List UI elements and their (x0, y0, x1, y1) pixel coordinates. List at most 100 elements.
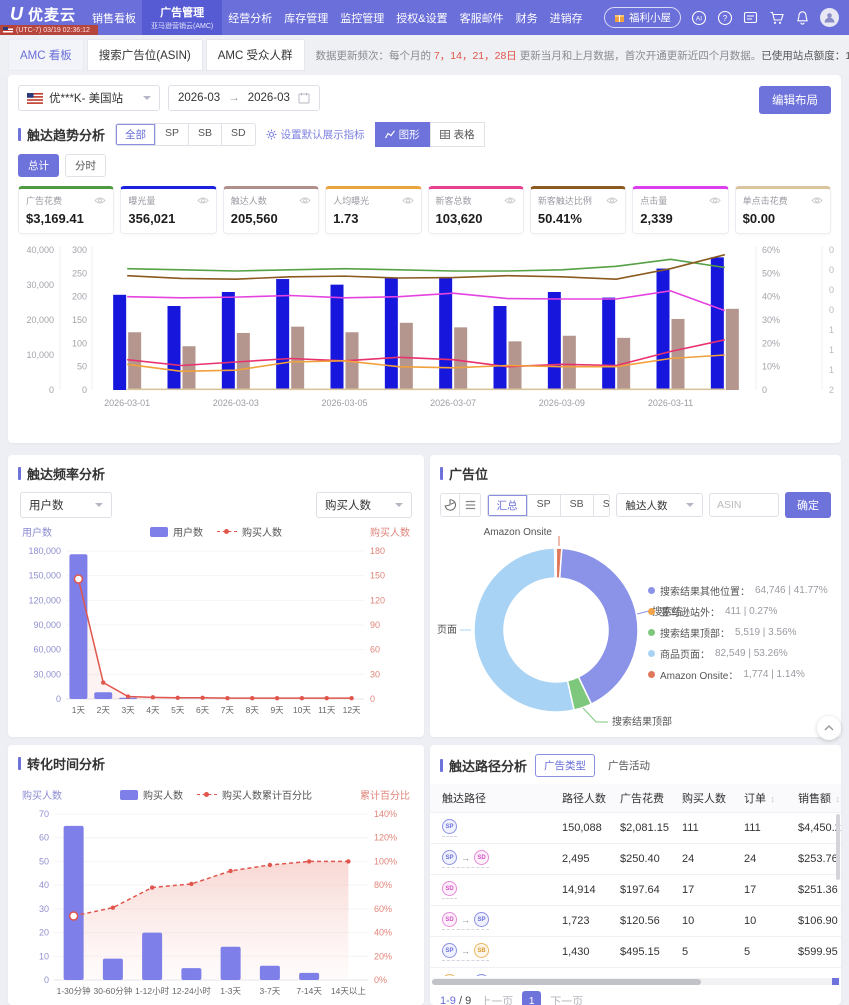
svg-text:70: 70 (39, 809, 49, 819)
menu-item-1[interactable]: 广告管理亚马逊营销云(AMC) (142, 0, 222, 35)
sort-icon[interactable]: ↕ (833, 794, 840, 804)
hourly-mode-button[interactable]: 分时 (65, 154, 106, 177)
path-cell: SD (430, 881, 550, 900)
asin-input[interactable] (709, 493, 779, 517)
eye-icon[interactable] (606, 196, 618, 205)
cell: 111 (732, 822, 786, 834)
arrow-icon: → (461, 915, 470, 925)
horizontal-scrollbar-track[interactable] (432, 978, 839, 985)
svg-text:180,000: 180,000 (28, 546, 61, 556)
eye-icon[interactable] (811, 196, 823, 205)
view-tab-0[interactable]: AMC 看板 (8, 39, 84, 71)
menu-item-5[interactable]: 授权&设置 (390, 0, 453, 35)
paths-header-2[interactable]: 广告花费 ↕ (608, 790, 670, 806)
next-page-button[interactable]: 下一页 (550, 993, 583, 1005)
eye-icon[interactable] (402, 196, 414, 205)
page-1-button[interactable]: 1 (522, 991, 541, 1005)
svg-text:2天: 2天 (97, 705, 111, 715)
trend-type-tab-1[interactable]: SP (156, 124, 189, 145)
menu-item-4[interactable]: 监控管理 (334, 0, 390, 35)
table-row[interactable]: SP→SD2,495$250.402424$253.76 (430, 843, 841, 874)
frequency-left-select-value: 用户数 (29, 497, 64, 513)
placement-type-tab-1[interactable]: SP (528, 495, 561, 516)
list-view-button[interactable] (460, 494, 479, 516)
welfare-button[interactable]: 福利小屋 (604, 7, 681, 28)
frequency-left-select[interactable]: 用户数 (20, 492, 112, 518)
legend-dot-icon (648, 608, 655, 615)
trend-type-tab-3[interactable]: SD (222, 124, 255, 145)
table-view-button[interactable]: 表格 (430, 122, 485, 147)
prev-page-button[interactable]: 上一页 (480, 993, 513, 1005)
paths-header-5[interactable]: 销售额 ↕ (786, 790, 841, 806)
cell: $250.40 (608, 853, 670, 865)
cell: $197.64 (608, 884, 670, 896)
cell: $120.56 (608, 915, 670, 927)
ai-assistant-icon[interactable]: AI (690, 9, 707, 26)
default-metrics-settings[interactable]: 设置默认展示指标 (266, 127, 365, 142)
donut-legend-item: 搜索结果顶部：5,519 | 3.56% (648, 622, 828, 643)
arrow-icon: → (461, 946, 470, 956)
total-mode-button[interactable]: 总计 (18, 154, 59, 177)
chart-view-button[interactable]: 图形 (375, 122, 430, 147)
table-row[interactable]: SP150,088$2,081.15111111$4,450.24 (430, 812, 841, 843)
svg-text:AI: AI (695, 15, 701, 22)
edit-layout-button[interactable]: 编辑布局 (759, 86, 831, 114)
bell-icon[interactable] (794, 9, 811, 26)
date-range-picker[interactable]: 2026-03 → 2026-03 (168, 85, 320, 111)
vertical-scrollbar[interactable] (836, 814, 840, 880)
menu-item-2[interactable]: 经营分析 (222, 0, 278, 35)
help-icon[interactable]: ? (716, 9, 733, 26)
note-days: 7，14，21，28日 (434, 50, 517, 62)
cell: 17 (670, 884, 732, 896)
view-tab-2[interactable]: AMC 受众人群 (206, 39, 305, 71)
sort-icon[interactable]: ↕ (768, 794, 775, 804)
horizontal-scrollbar-thumb[interactable] (432, 979, 701, 985)
bar-swatch (120, 790, 138, 800)
message-icon[interactable] (742, 9, 759, 26)
eye-icon[interactable] (299, 196, 311, 205)
metric-value: 205,560 (231, 211, 311, 226)
eye-icon[interactable] (197, 196, 209, 205)
placement-type-tab-0[interactable]: 汇总 (488, 495, 528, 516)
menu-item-3[interactable]: 库存管理 (278, 0, 334, 35)
table-row[interactable]: SD→SP1,723$120.561010$106.90 (430, 905, 841, 936)
path-cell: SD→SP (430, 912, 550, 931)
paths-header-1[interactable]: 路径人数 ↕ (550, 790, 608, 806)
pie-view-button[interactable] (441, 494, 460, 516)
paths-tab-0[interactable]: 广告类型 (535, 754, 595, 777)
placement-type-tab-3[interactable]: SD (594, 495, 611, 516)
table-row[interactable]: SD14,914$197.641717$251.36 (430, 874, 841, 905)
frequency-chart-area: 030,00060,00090,000120,000150,000180,000… (8, 539, 424, 731)
confirm-button[interactable]: 确定 (785, 492, 831, 518)
menu-item-label: 经营分析 (228, 10, 272, 26)
cell: 17 (732, 884, 786, 896)
paths-tab-1[interactable]: 广告活动 (599, 754, 659, 777)
table-row[interactable]: SB→SP (430, 967, 841, 976)
placement-type-tab-2[interactable]: SB (561, 495, 594, 516)
menu-item-label: 库存管理 (284, 10, 328, 26)
collapse-float-button[interactable] (817, 716, 841, 740)
eye-icon[interactable] (504, 196, 516, 205)
svg-text:60: 60 (370, 645, 380, 655)
table-row[interactable]: SP→SB1,430$495.1555$599.95 (430, 936, 841, 967)
eye-icon[interactable] (709, 196, 721, 205)
menu-item-8[interactable]: 进销存 (544, 0, 589, 35)
metric-value: 50.41% (538, 211, 618, 226)
user-avatar[interactable] (820, 8, 839, 27)
placement-metric-select[interactable]: 触达人数 (616, 493, 703, 517)
chart-view-label: 图形 (399, 127, 420, 142)
paths-header-4[interactable]: 订单 ↕ (732, 790, 786, 806)
eye-icon[interactable] (94, 196, 106, 205)
site-select[interactable]: 优***K- 美国站 (18, 85, 160, 111)
menu-item-7[interactable]: 财务 (510, 0, 544, 35)
trend-type-tab-2[interactable]: SB (189, 124, 222, 145)
cart-icon[interactable] (768, 9, 785, 26)
trend-type-tab-0[interactable]: 全部 (116, 124, 156, 145)
svg-text:0: 0 (56, 694, 61, 704)
menu-item-6[interactable]: 客服邮件 (454, 0, 510, 35)
placement-view-toggle (440, 493, 481, 517)
placement-donut-area: Amazon Onsite页面搜索结果顶部搜索结 搜索结果其他位置：64,746… (430, 520, 841, 737)
frequency-right-select[interactable]: 购买人数 (316, 492, 412, 518)
view-tab-1[interactable]: 搜索广告位(ASIN) (87, 39, 203, 71)
paths-header-3[interactable]: 购买人数 ↕ (670, 790, 732, 806)
